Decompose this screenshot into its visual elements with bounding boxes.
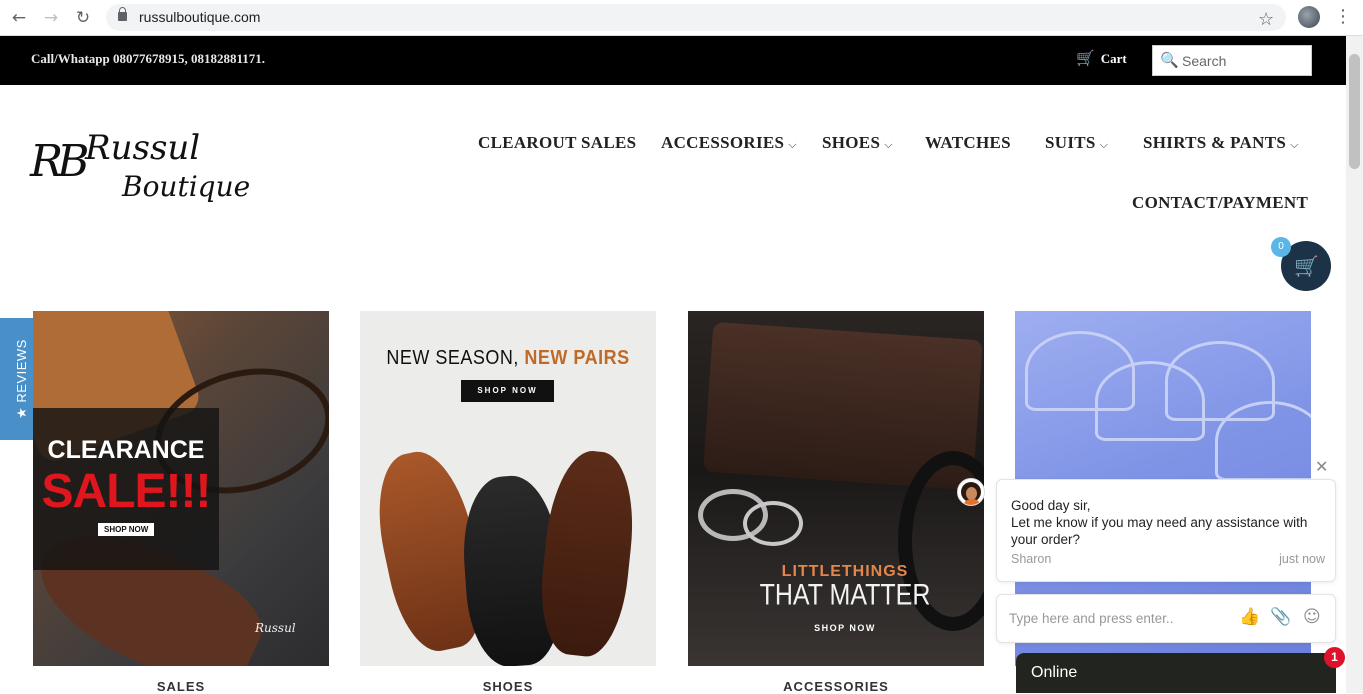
shop-now-button[interactable]: SHOP NOW xyxy=(688,623,984,633)
thumbs-up-icon[interactable]: 👍 xyxy=(1239,607,1260,627)
chevron-down-icon: ⌵ xyxy=(1290,138,1299,151)
logo-line2: Boutique xyxy=(122,170,251,203)
cart-count-badge: 0 xyxy=(1271,237,1291,257)
chevron-down-icon: ⌵ xyxy=(788,138,797,151)
collection-tile-shoes[interactable]: NEW SEASON, NEW PAIRS SHOP NOW xyxy=(360,311,656,666)
nav-item-shirts-pants[interactable]: SHIRTS & PANTS ⌵ xyxy=(1143,133,1299,153)
ring-image xyxy=(743,501,803,546)
nav-item-contact-payment[interactable]: CONTACT/PAYMENT xyxy=(1132,193,1308,213)
address-bar[interactable]: russulboutique.com ☆ xyxy=(106,4,1286,31)
logo-line1: Russul xyxy=(85,128,201,168)
page-scrollbar[interactable] xyxy=(1346,36,1363,693)
chat-input[interactable] xyxy=(1009,608,1229,628)
emoji-icon[interactable]: ☺ xyxy=(1303,607,1321,627)
lock-icon xyxy=(118,7,127,21)
nav-item-shoes[interactable]: SHOES ⌵ xyxy=(822,133,893,153)
promo-heading-part1: NEW SEASON, xyxy=(386,345,525,369)
browser-toolbar: ← → ↻ russulboutique.com ☆ ⋮ xyxy=(0,0,1363,36)
tile-caption-shoes[interactable]: SHOES xyxy=(360,679,656,694)
promo-panel: CLEARANCE SALE!!! SHOP NOW xyxy=(33,408,219,570)
search-icon[interactable]: 🔍 xyxy=(1160,51,1179,69)
site-logo[interactable]: RB Russul Boutique xyxy=(30,128,250,220)
chevron-down-icon: ⌵ xyxy=(884,138,893,151)
forward-icon[interactable]: → xyxy=(40,7,62,29)
collection-tile-sales[interactable]: CLEARANCE SALE!!! SHOP NOW Russul xyxy=(33,311,329,666)
back-icon[interactable]: ← xyxy=(8,7,30,29)
search-input[interactable] xyxy=(1182,51,1307,71)
promo-line2: THAT MATTER xyxy=(759,578,931,612)
announcement-bar: Call/Whatapp 08077678915, 08182881171. 🛒… xyxy=(0,36,1346,85)
attachment-icon[interactable]: 📎 xyxy=(1270,607,1291,627)
star-icon[interactable]: ☆ xyxy=(1258,9,1274,30)
nav-item-accessories[interactable]: ACCESSORIES ⌵ xyxy=(661,133,797,153)
profile-avatar[interactable] xyxy=(1298,6,1320,28)
unread-badge: 1 xyxy=(1324,647,1345,668)
floating-cart-button[interactable]: 🛒 0 xyxy=(1271,237,1331,291)
nav-item-clearout-sales[interactable]: CLEAROUT SALES xyxy=(478,133,636,153)
tile-caption-sales[interactable]: SALES xyxy=(33,679,329,694)
close-icon[interactable]: ✕ xyxy=(1315,457,1328,476)
chat-input-box[interactable]: 👍 📎 ☺ xyxy=(996,594,1336,643)
more-vert-icon[interactable]: ⋮ xyxy=(1334,6,1352,27)
cart-icon: 🛒 xyxy=(1294,254,1319,278)
nav-label: CONTACT/PAYMENT xyxy=(1132,193,1309,212)
shop-now-button[interactable]: SHOP NOW xyxy=(98,523,155,536)
agent-avatar xyxy=(957,478,985,506)
nav-label: SUITS xyxy=(1045,133,1096,152)
logo-monogram: RB xyxy=(30,136,90,187)
cart-link[interactable]: 🛒 Cart xyxy=(1076,49,1127,67)
shoe-image xyxy=(534,447,641,660)
chat-message-text: Good day sir, Let me know if you may nee… xyxy=(1011,498,1308,547)
tile-signature: Russul xyxy=(255,621,296,635)
promo-heading: CLEARANCE xyxy=(47,436,205,464)
search-box[interactable]: 🔍 xyxy=(1152,45,1312,76)
promo-heading: NEW SEASON, NEW PAIRS xyxy=(360,345,656,369)
promo-heading-part2: NEW PAIRS xyxy=(524,345,630,369)
reload-icon[interactable]: ↻ xyxy=(72,7,94,29)
url-text[interactable]: russulboutique.com xyxy=(139,9,260,25)
nav-item-watches[interactable]: WATCHES xyxy=(925,133,1011,153)
nav-label: SHOES xyxy=(822,133,881,152)
shop-now-button[interactable]: SHOP NOW xyxy=(461,380,554,402)
chat-status-label: Online xyxy=(1031,664,1078,681)
scrollbar-thumb[interactable] xyxy=(1349,54,1360,169)
collection-tile-accessories[interactable]: LITTLETHINGS THAT MATTER SHOP NOW xyxy=(688,311,984,666)
contact-phone: Call/Whatapp 08077678915, 08182881171. xyxy=(31,51,266,66)
chevron-down-icon: ⌵ xyxy=(1099,138,1109,151)
nav-label: WATCHES xyxy=(925,133,1011,152)
cart-icon: 🛒 xyxy=(1076,49,1095,67)
chat-timestamp: just now xyxy=(1279,552,1325,566)
nav-label: ACCESSORIES xyxy=(661,133,785,152)
chat-status-bar[interactable]: Online xyxy=(1016,653,1336,693)
cart-label: Cart xyxy=(1100,51,1127,66)
nav-item-suits[interactable]: SUITS ⌵ xyxy=(1045,133,1108,153)
nav-label: CLEAROUT SALES xyxy=(478,133,637,152)
nav-label: SHIRTS & PANTS xyxy=(1143,133,1287,152)
promo-big-text: SALE!!! xyxy=(41,465,212,518)
chat-agent-name: Sharon xyxy=(1011,552,1052,566)
shirt-image xyxy=(1215,401,1311,481)
chat-message-bubble: Good day sir, Let me know if you may nee… xyxy=(996,479,1336,582)
reviews-label: ★ REVIEWS xyxy=(14,339,29,419)
tile-caption-accessories[interactable]: ACCESSORIES xyxy=(688,679,984,694)
